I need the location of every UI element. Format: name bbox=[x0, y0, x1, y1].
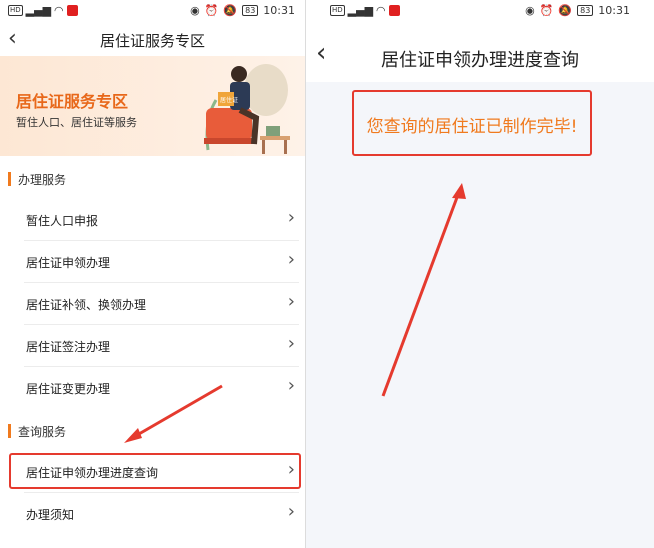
eye-icon: ◉ bbox=[190, 4, 200, 17]
wifi-icon: ◠ bbox=[54, 4, 64, 17]
reading-person-illustration: 居住证 bbox=[204, 64, 290, 154]
nav-bar: ‹ 居住证服务专区 bbox=[0, 22, 305, 56]
section-title: 办理服务 bbox=[18, 173, 67, 187]
list-item-instructions[interactable]: 办理须知 › bbox=[24, 493, 299, 534]
list-item-label: 居住证申领办理 bbox=[26, 256, 111, 270]
section-query-service: 查询服务 bbox=[0, 410, 305, 450]
result-message-box: 您查询的居住证已制作完毕! bbox=[352, 90, 592, 156]
alarm-icon: ⏰ bbox=[204, 4, 219, 17]
signal-icon: ▂▄▆ bbox=[25, 4, 52, 17]
list-item-label: 暂住人口申报 bbox=[26, 214, 99, 228]
section-marker bbox=[8, 172, 11, 186]
app-notification-icon bbox=[388, 5, 400, 16]
mute-icon: 🔕 bbox=[558, 4, 573, 17]
list-item-permit-endorsement[interactable]: 居住证签注办理 › bbox=[24, 325, 299, 367]
list-item-permit-application[interactable]: 居住证申领办理 › bbox=[24, 241, 299, 283]
signal-icon: ▂▄▆ bbox=[347, 4, 374, 17]
banner-title: 居住证服务专区 bbox=[16, 92, 129, 111]
status-bar: HD ▂▄▆ ◠ ◉ ⏰ 🔕 83 10:31 bbox=[0, 0, 305, 22]
battery-icon: 83 bbox=[577, 5, 594, 16]
wifi-icon: ◠ bbox=[376, 4, 386, 17]
list-item-permit-reissue[interactable]: 居住证补领、换领办理 › bbox=[24, 283, 299, 325]
list-item-label: 居住证签注办理 bbox=[26, 340, 111, 354]
chevron-right-icon: › bbox=[287, 333, 295, 354]
status-time: 10:31 bbox=[598, 4, 630, 17]
chevron-right-icon: › bbox=[287, 291, 295, 312]
right-screen: HD ▂▄▆ ◠ ◉ ⏰ 🔕 83 10:31 ‹ 居住证申领办理进度查询 您查… bbox=[306, 0, 654, 548]
app-notification-icon bbox=[66, 5, 78, 16]
result-message: 您查询的居住证已制作完毕! bbox=[366, 117, 578, 137]
list-item-temporary-resident-report[interactable]: 暂住人口申报 › bbox=[24, 199, 299, 241]
battery-icon: 83 bbox=[242, 5, 259, 16]
nav-bar: ‹ 居住证申领办理进度查询 bbox=[306, 22, 654, 82]
left-screen: HD ▂▄▆ ◠ ◉ ⏰ 🔕 83 10:31 ‹ 居住证服务专区 居住证服务专… bbox=[0, 0, 305, 548]
list-item-label: 办理须知 bbox=[26, 508, 75, 522]
mute-icon: 🔕 bbox=[223, 4, 238, 17]
hd-icon: HD bbox=[8, 5, 23, 16]
chevron-right-icon: › bbox=[287, 249, 295, 270]
banner-book-label: 居住证 bbox=[220, 96, 238, 104]
section-marker bbox=[8, 424, 11, 438]
list-item-label: 居住证补领、换领办理 bbox=[26, 298, 147, 312]
highlight-box bbox=[9, 453, 301, 489]
banner-subtitle: 暂住人口、居住证等服务 bbox=[16, 116, 137, 129]
list-item-permit-change[interactable]: 居住证变更办理 › bbox=[24, 367, 299, 408]
list-item-label: 居住证变更办理 bbox=[26, 382, 111, 396]
alarm-icon: ⏰ bbox=[539, 4, 554, 17]
page-title: 居住证服务专区 bbox=[99, 32, 205, 50]
eye-icon: ◉ bbox=[525, 4, 535, 17]
page-title: 居住证申领办理进度查询 bbox=[381, 50, 579, 71]
chevron-right-icon: › bbox=[287, 207, 295, 228]
chevron-right-icon: › bbox=[287, 501, 295, 522]
section-handle-service: 办理服务 bbox=[0, 158, 305, 198]
chevron-right-icon: › bbox=[287, 375, 295, 396]
section-title: 查询服务 bbox=[18, 425, 67, 439]
status-time: 10:31 bbox=[263, 4, 295, 17]
status-bar: HD ▂▄▆ ◠ ◉ ⏰ 🔕 83 10:31 bbox=[306, 0, 654, 22]
banner: 居住证服务专区 暂住人口、居住证等服务 居住证 bbox=[0, 56, 305, 156]
hd-icon: HD bbox=[330, 5, 345, 16]
